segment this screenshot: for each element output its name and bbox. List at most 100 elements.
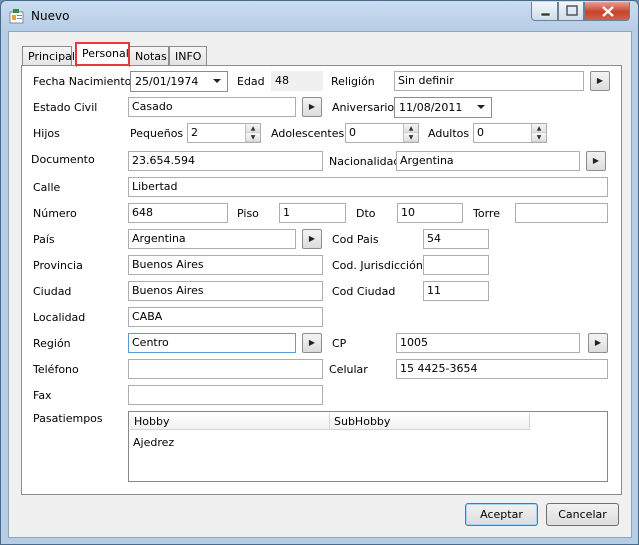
piso-field[interactable]: 1: [279, 203, 346, 223]
cod-ciudad-label: Cod Ciudad: [332, 285, 396, 298]
tab-info[interactable]: INFO: [169, 46, 207, 66]
adolescentes-stepper[interactable]: 0 ▲ ▼: [345, 123, 419, 143]
window-title: Nuevo: [31, 9, 70, 23]
cp-field[interactable]: 1005: [396, 333, 580, 353]
chevron-down-icon[interactable]: ▼: [532, 133, 546, 142]
provincia-label: Provincia: [33, 259, 83, 272]
play-icon: ▶: [308, 102, 316, 111]
play-icon: ▶: [308, 234, 316, 243]
chevron-up-icon[interactable]: ▲: [404, 124, 418, 133]
localidad-field[interactable]: CABA: [128, 307, 323, 327]
app-icon: [9, 9, 24, 24]
adolescentes-value: 0: [349, 126, 356, 139]
minimize-button[interactable]: [531, 2, 558, 21]
cp-lookup-button[interactable]: ▶: [588, 333, 608, 353]
religion-label: Religión: [331, 75, 375, 88]
telefono-field[interactable]: [128, 359, 323, 379]
title-bar[interactable]: Nuevo: [1, 1, 638, 31]
pequenos-value: 2: [191, 126, 198, 139]
aniversario-picker[interactable]: 11/08/2011: [394, 97, 492, 118]
torre-field[interactable]: [515, 203, 608, 223]
column-header-subhobby[interactable]: SubHobby: [334, 415, 390, 428]
cod-jurisdiccion-label: Cod. Jurisdicción: [332, 259, 423, 272]
fax-label: Fax: [33, 389, 52, 402]
pasatiempos-grid[interactable]: Hobby SubHobby Ajedrez: [128, 411, 608, 482]
cod-ciudad-field[interactable]: 11: [423, 281, 489, 301]
window: Nuevo Principal Personal Notas INFO Fech…: [0, 0, 639, 545]
cod-pais-label: Cod Pais: [332, 233, 379, 246]
calle-field[interactable]: Libertad: [128, 177, 608, 197]
chevron-down-icon[interactable]: ▼: [404, 133, 418, 142]
stepper-buttons[interactable]: ▲ ▼: [245, 124, 260, 142]
hobby-cell: Ajedrez: [133, 436, 175, 449]
chevron-up-icon[interactable]: ▲: [532, 124, 546, 133]
localidad-label: Localidad: [33, 311, 86, 324]
provincia-field[interactable]: Buenos Aires: [128, 255, 323, 275]
table-row[interactable]: Ajedrez: [133, 436, 513, 452]
edad-label: Edad: [237, 75, 265, 88]
column-divider: [529, 413, 530, 430]
stepper-buttons[interactable]: ▲ ▼: [403, 124, 418, 142]
column-divider: [329, 413, 330, 430]
pequenos-label: Pequeños: [130, 127, 184, 140]
calle-label: Calle: [33, 181, 61, 194]
tab-notas[interactable]: Notas: [129, 46, 169, 66]
dto-field[interactable]: 10: [397, 203, 463, 223]
nacionalidad-field[interactable]: Argentina: [396, 151, 580, 171]
close-button[interactable]: [584, 2, 630, 21]
estado-civil-field[interactable]: Casado: [128, 97, 296, 117]
play-icon: ▶: [596, 76, 604, 85]
estado-civil-lookup-button[interactable]: ▶: [302, 97, 322, 117]
chevron-up-icon[interactable]: ▲: [246, 124, 260, 133]
minimize-icon: [540, 12, 551, 17]
adultos-value: 0: [477, 126, 484, 139]
aceptar-button[interactable]: Aceptar: [465, 503, 538, 526]
tab-principal[interactable]: Principal: [22, 46, 75, 66]
cod-jurisdiccion-field[interactable]: [423, 255, 489, 275]
fecha-nacimiento-value: 25/01/1974: [135, 75, 199, 88]
numero-field[interactable]: 648: [128, 203, 228, 223]
region-label: Región: [33, 337, 71, 350]
region-field[interactable]: Centro: [128, 333, 296, 353]
tab-personal[interactable]: Personal: [76, 43, 130, 67]
fax-field[interactable]: [128, 385, 323, 405]
pais-label: País: [33, 233, 55, 246]
celular-field[interactable]: 15 4425-3654: [396, 359, 608, 379]
cod-pais-field[interactable]: 54: [423, 229, 489, 249]
pais-lookup-button[interactable]: ▶: [302, 229, 322, 249]
documento-label: Documento: [31, 153, 95, 166]
hijos-label: Hijos: [33, 127, 60, 140]
pequenos-stepper[interactable]: 2 ▲ ▼: [187, 123, 261, 143]
chevron-down-icon[interactable]: ▼: [246, 133, 260, 142]
adultos-stepper[interactable]: 0 ▲ ▼: [473, 123, 547, 143]
adultos-label: Adultos: [428, 127, 470, 140]
pais-field[interactable]: Argentina: [128, 229, 296, 249]
adolescentes-label: Adolescentes: [271, 127, 345, 140]
maximize-icon: [566, 5, 578, 16]
piso-label: Piso: [237, 207, 259, 220]
fecha-nacimiento-label: Fecha Nacimiento: [33, 75, 132, 88]
play-icon: ▶: [308, 338, 316, 347]
cp-label: CP: [332, 337, 347, 350]
pasatiempos-label: Pasatiempos: [33, 412, 103, 425]
nacionalidad-lookup-button[interactable]: ▶: [586, 151, 606, 171]
stepper-buttons[interactable]: ▲ ▼: [531, 124, 546, 142]
religion-lookup-button[interactable]: ▶: [590, 71, 610, 91]
fecha-nacimiento-picker[interactable]: 25/01/1974: [130, 71, 228, 92]
close-icon: [602, 6, 614, 17]
ciudad-field[interactable]: Buenos Aires: [128, 281, 323, 301]
documento-field[interactable]: 23.654.594: [128, 151, 323, 171]
cancelar-button[interactable]: Cancelar: [546, 503, 619, 526]
ciudad-label: Ciudad: [33, 285, 72, 298]
nacionalidad-label: Nacionalidad: [329, 155, 401, 168]
religion-field[interactable]: Sin definir: [394, 71, 584, 91]
telefono-label: Teléfono: [33, 363, 79, 376]
maximize-button[interactable]: [558, 2, 584, 21]
column-header-hobby[interactable]: Hobby: [134, 415, 169, 428]
region-lookup-button[interactable]: ▶: [302, 333, 322, 353]
torre-label: Torre: [473, 207, 500, 220]
chevron-down-icon: [477, 105, 485, 109]
play-icon: ▶: [592, 156, 600, 165]
grid-header: Hobby SubHobby: [130, 413, 530, 430]
estado-civil-label: Estado Civil: [33, 101, 98, 114]
